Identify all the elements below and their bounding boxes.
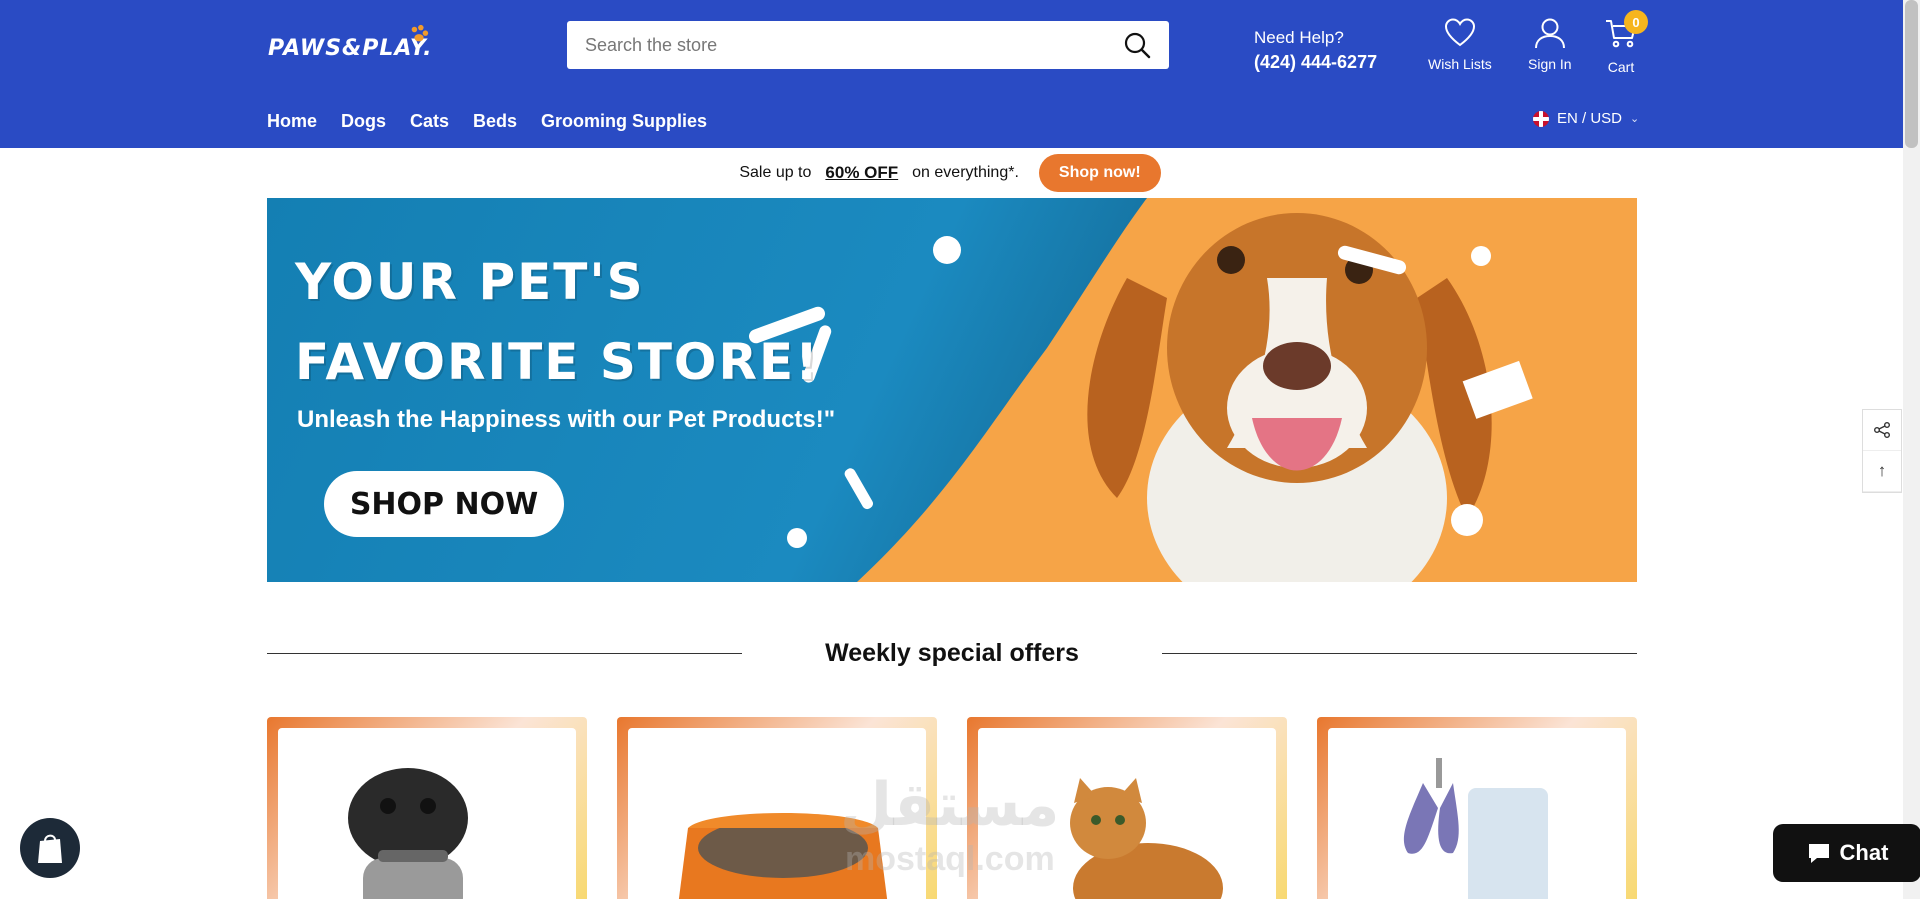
paw-icon <box>411 24 429 42</box>
scrollbar-thumb[interactable] <box>1905 0 1918 148</box>
site-header: PAWS&PLAY. Need Help? (424) 444-6277 Wis… <box>0 0 1920 148</box>
back-to-top-icon[interactable]: ↑ <box>1863 451 1901 492</box>
watermark-arabic: مستقل <box>840 771 1060 838</box>
shopify-bag-icon[interactable] <box>20 818 80 878</box>
product-card[interactable] <box>267 717 587 899</box>
sign-in-label: Sign In <box>1528 56 1572 72</box>
hero-tagline: Unleash the Happiness with our Pet Produ… <box>297 406 836 433</box>
wish-list-label: Wish Lists <box>1428 56 1492 72</box>
main-nav: Home Dogs Cats Beds Grooming Supplies <box>267 111 707 132</box>
shop-now-button[interactable]: Shop now! <box>1038 154 1161 192</box>
cart-count-badge: 0 <box>1624 10 1648 34</box>
share-glyph <box>1874 422 1890 438</box>
chat-bubble-icon <box>1808 844 1829 863</box>
hero-title-line1: YOUR PET'S <box>295 253 645 311</box>
divider-right <box>1162 653 1637 654</box>
locale-selector[interactable]: EN / USD ⌄ <box>1533 110 1639 127</box>
cart-label: Cart <box>1607 59 1635 75</box>
search-bar <box>567 21 1169 69</box>
promo-bar: Sale up to 60% OFF on everything*. Shop … <box>0 148 1900 198</box>
help-label: Need Help? <box>1254 28 1344 47</box>
scrollbar[interactable] <box>1903 0 1920 899</box>
product-image-frame <box>1328 728 1626 899</box>
uk-flag-icon <box>1533 110 1549 127</box>
nav-grooming-supplies[interactable]: Grooming Supplies <box>541 111 707 132</box>
share-icon[interactable] <box>1863 410 1901 451</box>
chat-label: Chat <box>1839 840 1889 865</box>
watermark-url: mostaql.com <box>845 840 1055 878</box>
hero-title: YOUR PET'S FAVORITE STORE! <box>295 242 855 402</box>
promo-text-before: Sale up to <box>739 164 812 181</box>
weekly-offers-heading: Weekly special offers <box>267 634 1637 674</box>
promo-text-after: on everything*. <box>912 164 1019 181</box>
search-icon[interactable] <box>1123 31 1151 59</box>
store-logo[interactable]: PAWS&PLAY. <box>268 24 432 70</box>
search-input[interactable] <box>585 34 1123 56</box>
chevron-down-icon: ⌄ <box>1630 113 1640 125</box>
product-card[interactable] <box>1317 717 1637 899</box>
nav-home[interactable]: Home <box>267 111 317 132</box>
heart-icon <box>1444 18 1475 47</box>
wish-list-button[interactable]: Wish Lists <box>1428 16 1492 72</box>
nav-dogs[interactable]: Dogs <box>341 111 386 132</box>
shopify-glyph <box>38 834 62 863</box>
nav-cats[interactable]: Cats <box>410 111 449 132</box>
sign-in-button[interactable]: Sign In <box>1528 16 1572 72</box>
hero-shop-now-button[interactable]: SHOP NOW <box>324 471 564 537</box>
hero-banner[interactable]: YOUR PET'S FAVORITE STORE! Unleash the H… <box>267 198 1637 582</box>
nav-beds[interactable]: Beds <box>473 111 517 132</box>
pet-nail-clipper-image <box>1403 758 1548 899</box>
floating-side-buttons: ↑ <box>1862 409 1902 493</box>
promo-percent: 60% OFF <box>825 163 899 182</box>
pug-in-sweater-image <box>348 768 468 899</box>
help-contact: Need Help? (424) 444-6277 <box>1254 28 1377 73</box>
product-image-frame <box>278 728 576 899</box>
help-phone[interactable]: (424) 444-6277 <box>1254 52 1377 73</box>
hero-title-line2: FAVORITE STORE! <box>295 333 820 391</box>
user-icon <box>1534 18 1565 49</box>
chat-button[interactable]: Chat <box>1773 824 1920 882</box>
cart-button[interactable]: 0 Cart <box>1604 10 1648 75</box>
locale-label: EN / USD <box>1557 110 1623 127</box>
cart-icon-wrap: 0 <box>1604 10 1648 59</box>
